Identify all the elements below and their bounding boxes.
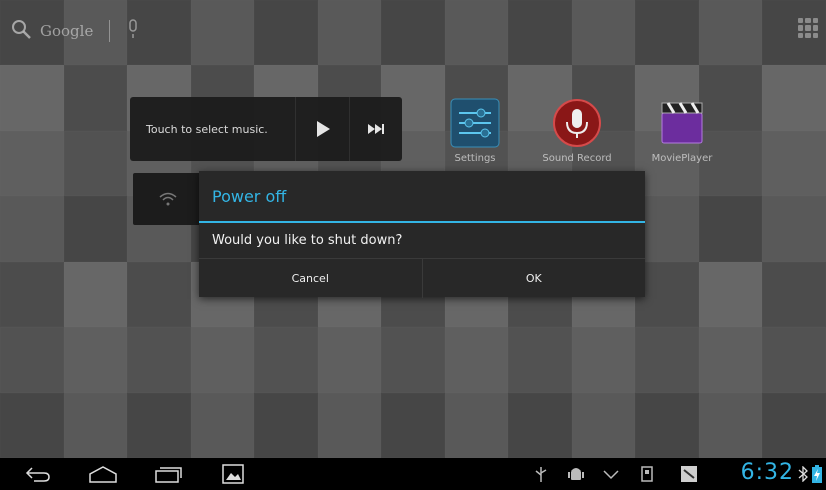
expand-notifications-button[interactable] xyxy=(602,464,620,484)
system-nav-bar: 6:32 xyxy=(0,458,826,490)
app-settings[interactable]: Settings xyxy=(435,97,515,164)
search-divider xyxy=(109,20,111,42)
back-button[interactable] xyxy=(24,464,52,484)
screenshot-icon xyxy=(222,464,244,484)
search-icon[interactable] xyxy=(10,18,32,44)
home-icon xyxy=(89,466,117,483)
dialog-button-bar: Cancel OK xyxy=(199,258,645,298)
app-sound-record[interactable]: Sound Record xyxy=(537,97,617,164)
recent-apps-button[interactable] xyxy=(154,464,184,484)
ok-button[interactable]: OK xyxy=(421,259,646,298)
bluetooth-icon xyxy=(798,464,808,484)
recent-apps-icon xyxy=(155,467,182,483)
play-icon xyxy=(316,121,330,137)
chevron-down-icon xyxy=(603,470,619,480)
next-icon xyxy=(367,124,384,134)
app-label: Sound Record xyxy=(542,153,612,164)
power-off-dialog: Power off Would you like to shut down? C… xyxy=(199,171,645,298)
search-label: Google xyxy=(40,22,94,40)
status-time: 6:32 xyxy=(740,460,794,485)
battery-icon xyxy=(812,464,822,484)
app-movie-player[interactable]: MoviePlayer xyxy=(642,97,722,164)
home-button[interactable] xyxy=(88,464,118,484)
sound-record-icon xyxy=(551,97,603,149)
cancel-button[interactable]: Cancel xyxy=(199,259,422,298)
google-search-bar[interactable]: Google xyxy=(10,16,140,46)
usb-icon xyxy=(534,464,548,484)
music-widget-text: Touch to select music. xyxy=(146,122,268,136)
play-button[interactable] xyxy=(295,97,348,161)
next-button[interactable] xyxy=(348,97,402,161)
app-label: Settings xyxy=(454,153,496,164)
back-icon xyxy=(25,467,50,482)
notification-icon[interactable] xyxy=(680,464,698,484)
settings-icon xyxy=(449,97,501,149)
mic-icon[interactable] xyxy=(126,18,140,44)
dialog-title: Power off xyxy=(199,171,645,223)
power-control-widget[interactable] xyxy=(133,173,203,225)
screenshot-button[interactable] xyxy=(222,464,244,484)
android-debug-icon xyxy=(568,464,584,484)
movie-player-icon xyxy=(656,97,708,149)
app-label: MoviePlayer xyxy=(651,153,713,164)
dialog-message: Would you like to shut down? xyxy=(212,233,403,248)
sd-card-icon xyxy=(640,464,654,484)
music-widget[interactable]: Touch to select music. xyxy=(130,97,402,161)
app-drawer-icon[interactable] xyxy=(798,18,818,38)
wifi-icon xyxy=(159,192,177,206)
